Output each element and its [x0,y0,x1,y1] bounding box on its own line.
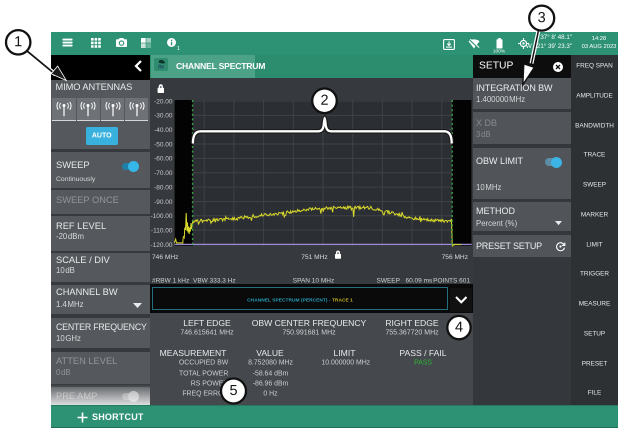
svg-text:4: 4 [455,320,463,336]
svg-text:1: 1 [14,34,22,50]
svg-text:3: 3 [538,10,546,26]
svg-text:5: 5 [229,383,237,399]
svg-text:2: 2 [320,93,328,109]
